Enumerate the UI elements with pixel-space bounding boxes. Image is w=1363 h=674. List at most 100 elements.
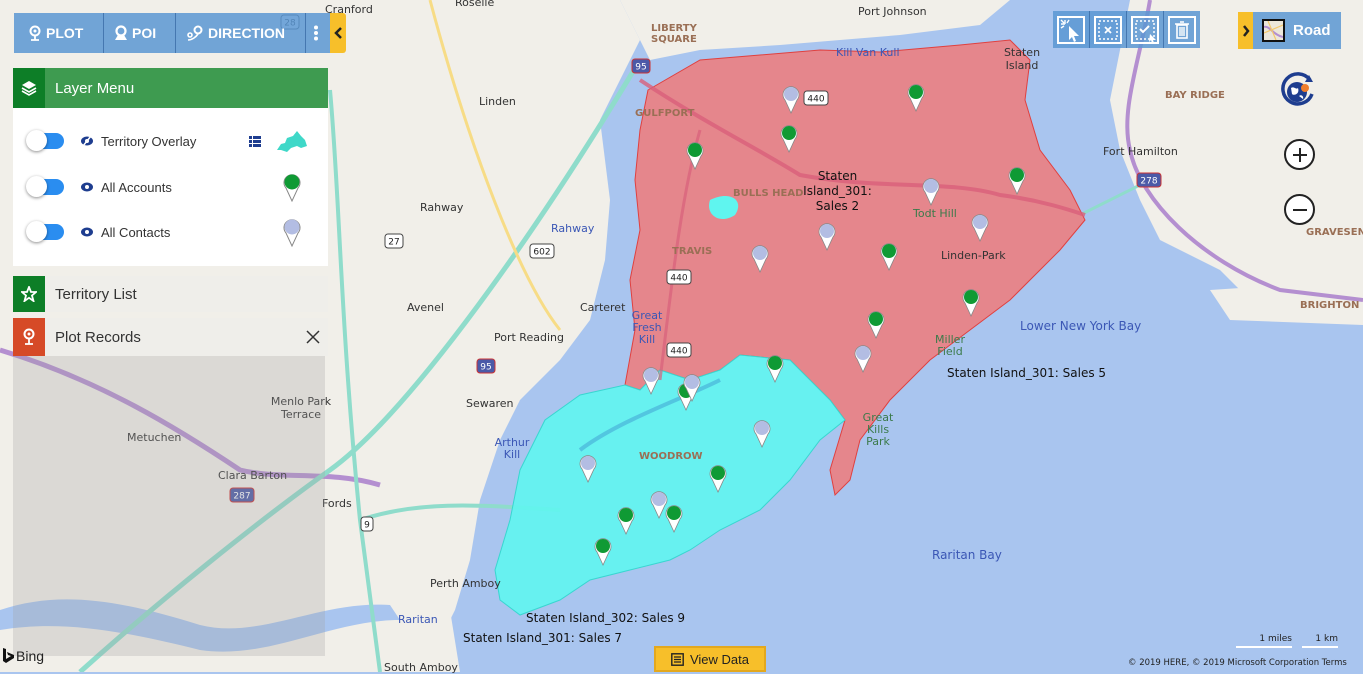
- plot-records-title: Plot Records: [55, 328, 141, 346]
- direction-icon: [187, 25, 203, 41]
- svg-text:440: 440: [670, 274, 687, 284]
- map-label-bulls-head: BULLS HEAD: [733, 188, 804, 199]
- territory-overlay-label: Territory Overlay: [101, 133, 197, 149]
- eye-slash-icon[interactable]: [80, 135, 94, 147]
- map-label-staten-island: Staten Island: [1003, 46, 1041, 72]
- territory-list-header[interactable]: Territory List: [13, 276, 328, 312]
- eye-icon[interactable]: [80, 226, 94, 238]
- map-label-travis: TRAVIS: [672, 246, 713, 257]
- globe-locate-icon: [1281, 72, 1314, 106]
- location-pin-icon: [13, 318, 45, 356]
- direction-label: DIRECTION: [208, 25, 285, 41]
- map-label-great-kills-park: Great Kills Park: [862, 411, 894, 448]
- map-label-linden: Linden: [479, 95, 516, 108]
- territory-overlay-toggle[interactable]: [26, 130, 64, 151]
- delete-button[interactable]: [1164, 11, 1200, 48]
- locate-me-button[interactable]: [1279, 72, 1317, 115]
- poi-label: POI: [132, 25, 157, 41]
- list-icon[interactable]: [249, 135, 261, 147]
- map-label-perth-amboy: Perth Amboy: [430, 577, 501, 590]
- all-contacts-toggle[interactable]: [26, 221, 64, 242]
- highway-shield: 95: [631, 58, 651, 74]
- svg-text:95: 95: [480, 363, 491, 373]
- map-label-kill-van-kull: Kill Van Kull: [836, 46, 900, 59]
- bing-label: Bing: [16, 648, 45, 664]
- svg-text:602: 602: [533, 248, 550, 258]
- map-label-sewaren: Sewaren: [466, 397, 514, 410]
- layer-menu-header[interactable]: Layer Menu: [13, 68, 328, 108]
- plot-button[interactable]: PLOT: [14, 13, 104, 53]
- map-type-label: Road: [1293, 22, 1331, 39]
- chevron-right-icon: [1242, 24, 1250, 37]
- all-contacts-label: All Contacts: [101, 224, 171, 240]
- cursor-select-icon: [1057, 15, 1085, 44]
- map-type-control[interactable]: Road: [1238, 12, 1341, 49]
- map-label-port-johnson: Port Johnson: [858, 5, 927, 18]
- map-label-brighton-beach: BRIGHTON BEACH: [1300, 300, 1363, 311]
- layer-menu-title: Layer Menu: [55, 79, 135, 97]
- trash-icon: [1168, 15, 1196, 44]
- minus-icon: [1292, 208, 1307, 211]
- map-label-rahway-river: Rahway: [551, 222, 595, 235]
- highway-shield: 440: [666, 342, 692, 358]
- map-label-linden-park: Linden-Park: [941, 249, 1006, 262]
- more-options-button[interactable]: [306, 13, 330, 53]
- poi-button[interactable]: POI: [104, 13, 176, 53]
- poi-icon: [115, 25, 127, 40]
- svg-text:278: 278: [1140, 177, 1157, 187]
- chevron-left-icon: [333, 27, 342, 39]
- bing-icon: [3, 648, 14, 663]
- lake-cyan: [709, 195, 739, 220]
- highway-shield: 27: [384, 233, 404, 249]
- green-pin-icon: [283, 174, 301, 202]
- vertical-dots-icon: [314, 25, 318, 41]
- map-label-fort-hamilton: Fort Hamilton: [1103, 145, 1178, 158]
- all-accounts-toggle[interactable]: [26, 176, 64, 197]
- plot-records-header[interactable]: Plot Records: [13, 318, 328, 356]
- map-label-port-reading: Port Reading: [494, 331, 564, 344]
- highway-shield: 602: [529, 243, 555, 259]
- layer-row-all-contacts: All Contacts: [13, 217, 328, 247]
- territory-label-301-sales-7: Staten Island_301: Sales 7: [463, 631, 623, 645]
- map-label-woodrow: WOODROW: [639, 451, 703, 462]
- map-label-gulfport: GULFPORT: [635, 108, 695, 119]
- collapse-toolbar-button[interactable]: [330, 13, 346, 53]
- svg-text:440: 440: [807, 95, 824, 105]
- confirm-selection-button[interactable]: [1127, 11, 1164, 48]
- road-map-thumbnail-icon: [1262, 19, 1285, 42]
- map-label-arthur-kill: Arthur Kill: [494, 436, 530, 461]
- deselect-box-icon: [1094, 15, 1122, 44]
- clear-selection-button[interactable]: [1090, 11, 1127, 48]
- highway-shield: 440: [803, 90, 829, 106]
- map-label-raritan: Raritan: [398, 613, 438, 626]
- star-icon: [13, 276, 45, 312]
- map-label-avenel: Avenel: [407, 301, 444, 314]
- close-plot-records-button[interactable]: [298, 330, 328, 344]
- svg-text:9: 9: [364, 521, 370, 531]
- zoom-out-button[interactable]: [1284, 194, 1315, 225]
- select-pointer-button[interactable]: [1053, 11, 1090, 48]
- zoom-in-button[interactable]: [1284, 139, 1315, 170]
- close-icon: [306, 330, 320, 344]
- plus-icon: [1292, 147, 1307, 162]
- copyright-text: © 2019 HERE, © 2019 Microsoft Corporatio…: [1128, 658, 1347, 668]
- territory-label-302-sales-9: Staten Island_302: Sales 9: [526, 611, 686, 625]
- expand-map-type-button[interactable]: [1238, 12, 1253, 49]
- scale-miles: 1 miles: [1236, 634, 1292, 648]
- layer-row-all-accounts: All Accounts: [13, 172, 328, 202]
- map-label-rahway: Rahway: [420, 201, 464, 214]
- scale-km: 1 km: [1302, 634, 1338, 648]
- view-data-button[interactable]: View Data: [654, 646, 766, 672]
- bing-logo: Bing: [2, 648, 44, 664]
- lavender-pin-icon: [283, 219, 301, 247]
- map-label-bay-ridge: BAY RIDGE: [1165, 90, 1225, 101]
- direction-button[interactable]: DIRECTION: [176, 13, 306, 53]
- map-label-liberty-square: LIBERTY SQUARE: [651, 23, 697, 45]
- highway-shield: 95: [476, 358, 496, 374]
- map-label-roselle: Roselle: [455, 0, 495, 9]
- map-label-fords: Fords: [322, 497, 352, 510]
- eye-icon[interactable]: [80, 181, 94, 193]
- plot-records-body: [13, 356, 325, 656]
- map-label-lower-ny-bay: Lower New York Bay: [1020, 319, 1142, 333]
- svg-text:27: 27: [388, 238, 399, 248]
